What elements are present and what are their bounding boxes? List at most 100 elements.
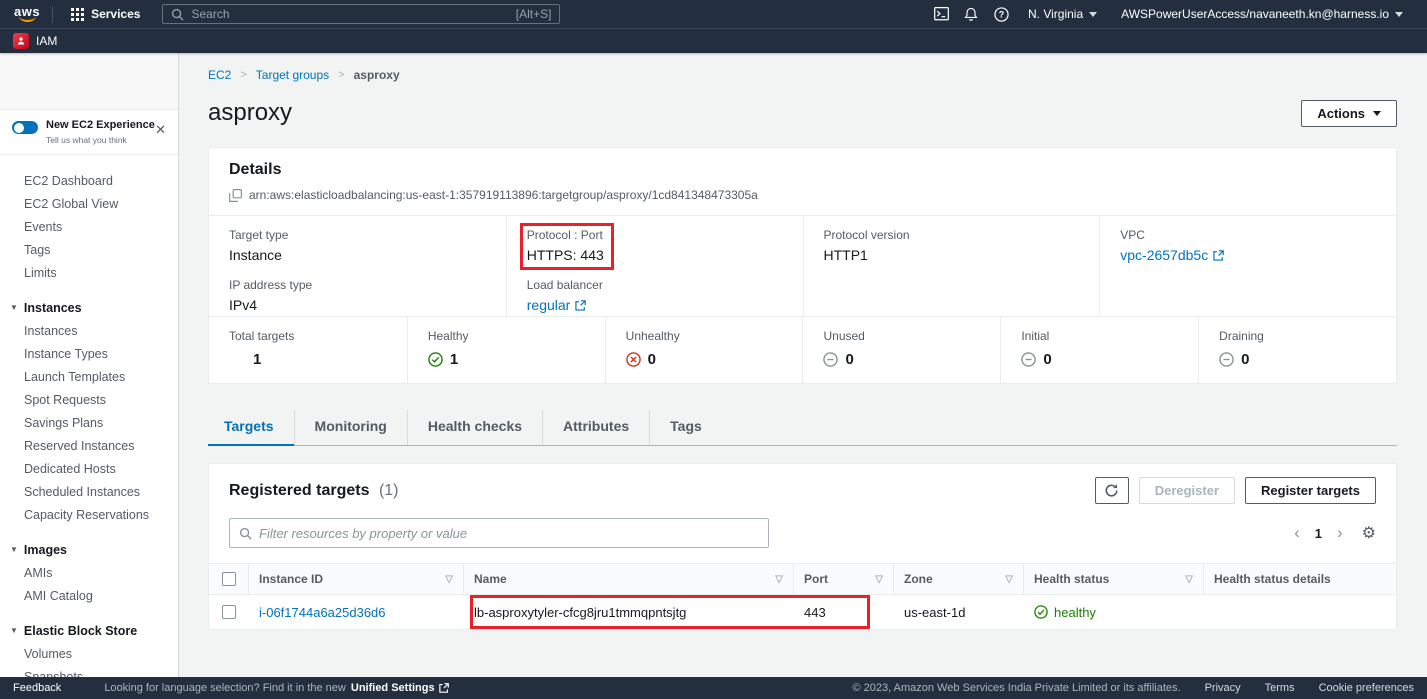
tab-monitoring[interactable]: Monitoring	[294, 410, 407, 445]
column-header-name[interactable]: Name ▽	[464, 564, 794, 594]
details-column-1: Target type Instance IP address type IPv…	[209, 216, 506, 316]
tab-health-checks[interactable]: Health checks	[407, 410, 542, 445]
search-input[interactable]	[191, 7, 508, 21]
next-page-button[interactable]: ›	[1337, 526, 1343, 540]
breadcrumb-target-groups[interactable]: Target groups	[256, 68, 329, 82]
notifications-bell-button[interactable]	[956, 0, 986, 28]
details-column-4: VPC vpc-2657db5c	[1099, 216, 1396, 316]
sidebar-item-ec2-global-view[interactable]: EC2 Global View	[0, 192, 178, 215]
section-title: Elastic Block Store	[24, 624, 137, 638]
services-label: Services	[91, 7, 140, 21]
vpc-link[interactable]: vpc-2657db5c	[1120, 247, 1224, 263]
global-search-bar[interactable]: [Alt+S]	[162, 4, 560, 24]
column-header-instance-id[interactable]: Instance ID ▽	[249, 564, 464, 594]
account-menu[interactable]: AWSPowerUserAccess/navaneeth.kn@harness.…	[1109, 0, 1415, 28]
field-value: Instance	[229, 247, 486, 263]
stat-value: 0	[1241, 351, 1249, 368]
sidebar-item-spot-requests[interactable]: Spot Requests	[0, 388, 178, 411]
actions-button[interactable]: Actions	[1301, 100, 1397, 127]
sort-icon[interactable]: ▽	[1179, 574, 1193, 585]
tab-tags[interactable]: Tags	[649, 410, 722, 445]
current-page-number[interactable]: 1	[1315, 526, 1322, 541]
row-checkbox-cell	[209, 605, 249, 619]
refresh-icon	[1104, 483, 1119, 498]
terms-link[interactable]: Terms	[1265, 682, 1295, 694]
stat-value: 0	[1043, 351, 1051, 368]
column-header-port[interactable]: Port ▽	[794, 564, 894, 594]
sidebar-item-amis[interactable]: AMIs	[0, 561, 178, 584]
privacy-link[interactable]: Privacy	[1205, 682, 1241, 694]
chevron-down-icon	[1089, 12, 1097, 17]
sort-icon[interactable]: ▽	[999, 574, 1013, 585]
field-label: Protocol version	[824, 228, 1080, 242]
field-protocol-port: Protocol : Port HTTPS: 443	[507, 216, 803, 266]
region-selector[interactable]: N. Virginia	[1016, 0, 1109, 28]
filter-row: ‹ 1 › ⚙	[209, 516, 1396, 563]
column-header-health-status[interactable]: Health status ▽	[1024, 564, 1204, 594]
register-label: Register targets	[1261, 483, 1360, 498]
sidebar-item-ec2-dashboard[interactable]: EC2 Dashboard	[0, 169, 178, 192]
triangle-down-icon: ▼	[10, 545, 18, 554]
previous-page-button[interactable]: ‹	[1294, 526, 1300, 540]
help-button[interactable]: ?	[986, 0, 1016, 28]
sort-icon[interactable]: ▽	[769, 574, 783, 585]
cookie-preferences-link[interactable]: Cookie preferences	[1319, 682, 1414, 694]
check-circle-icon	[1034, 605, 1048, 619]
sidebar-item-tags[interactable]: Tags	[0, 238, 178, 261]
filter-input-wrapper[interactable]	[229, 518, 769, 548]
copy-icon[interactable]	[229, 189, 242, 202]
services-menu-button[interactable]: Services	[65, 7, 146, 21]
main-content: EC2 > Target groups > asproxy asproxy Ac…	[179, 53, 1427, 677]
sidebar-item-instance-types[interactable]: Instance Types	[0, 342, 178, 365]
sidebar-item-ami-catalog[interactable]: AMI Catalog	[0, 584, 178, 607]
empty-cell	[1100, 266, 1396, 316]
toggle-knob	[14, 123, 24, 133]
sidebar-item-savings-plans[interactable]: Savings Plans	[0, 411, 178, 434]
sidebar-item-volumes[interactable]: Volumes	[0, 642, 178, 665]
stat-healthy: Healthy 1	[407, 317, 605, 383]
tab-targets[interactable]: Targets	[208, 410, 294, 445]
row-checkbox[interactable]	[222, 605, 236, 619]
favorite-iam-link[interactable]: IAM	[36, 34, 57, 48]
register-targets-button[interactable]: Register targets	[1245, 477, 1376, 504]
sidebar-item-dedicated-hosts[interactable]: Dedicated Hosts	[0, 457, 178, 480]
load-balancer-link[interactable]: regular	[527, 297, 587, 313]
feedback-link[interactable]: Feedback	[13, 682, 61, 694]
tab-attributes[interactable]: Attributes	[542, 410, 649, 445]
sort-icon[interactable]: ▽	[439, 574, 453, 585]
sidebar-item-scheduled-instances[interactable]: Scheduled Instances	[0, 480, 178, 503]
sidebar-item-reserved-instances[interactable]: Reserved Instances	[0, 434, 178, 457]
sidebar-section-images-header[interactable]: ▼ Images	[0, 539, 178, 561]
health-status-text: healthy	[1054, 605, 1096, 620]
sidebar-section-ebs: ▼ Elastic Block Store Volumes Snapshots	[0, 620, 178, 677]
column-header-zone[interactable]: Zone ▽	[894, 564, 1024, 594]
stat-unused: Unused 0	[802, 317, 1000, 383]
cloudshell-button[interactable]	[926, 0, 956, 28]
sort-icon[interactable]: ▽	[869, 574, 883, 585]
stat-value: 1	[253, 351, 261, 368]
stat-label: Draining	[1219, 329, 1376, 343]
refresh-button[interactable]	[1095, 477, 1129, 504]
sidebar-section-ebs-header[interactable]: ▼ Elastic Block Store	[0, 620, 178, 642]
sidebar-item-launch-templates[interactable]: Launch Templates	[0, 365, 178, 388]
filter-input[interactable]	[259, 526, 759, 541]
experience-toggle[interactable]	[12, 121, 38, 134]
sidebar-item-snapshots[interactable]: Snapshots	[0, 665, 178, 677]
triangle-down-icon: ▼	[10, 626, 18, 635]
field-vpc: VPC vpc-2657db5c	[1100, 216, 1396, 266]
sidebar-section-instances-header[interactable]: ▼ Instances	[0, 297, 178, 319]
unified-settings-link[interactable]: Unified Settings	[351, 682, 449, 694]
instance-id-link[interactable]: i-06f1744a6a25d36d6	[259, 605, 386, 620]
sidebar-item-events[interactable]: Events	[0, 215, 178, 238]
aws-logo[interactable]: aws	[14, 6, 40, 22]
settings-gear-icon[interactable]: ⚙	[1362, 523, 1376, 543]
breadcrumb-ec2[interactable]: EC2	[208, 68, 231, 82]
sidebar-item-capacity-reservations[interactable]: Capacity Reservations	[0, 503, 178, 526]
registered-targets-actions: Deregister Register targets	[1095, 477, 1376, 504]
close-icon[interactable]: ✕	[155, 123, 166, 136]
sidebar-item-instances[interactable]: Instances	[0, 319, 178, 342]
column-header-health-status-details: Health status details	[1204, 564, 1396, 594]
select-all-checkbox[interactable]	[222, 572, 236, 586]
deregister-button[interactable]: Deregister	[1139, 477, 1235, 504]
sidebar-item-limits[interactable]: Limits	[0, 261, 178, 284]
